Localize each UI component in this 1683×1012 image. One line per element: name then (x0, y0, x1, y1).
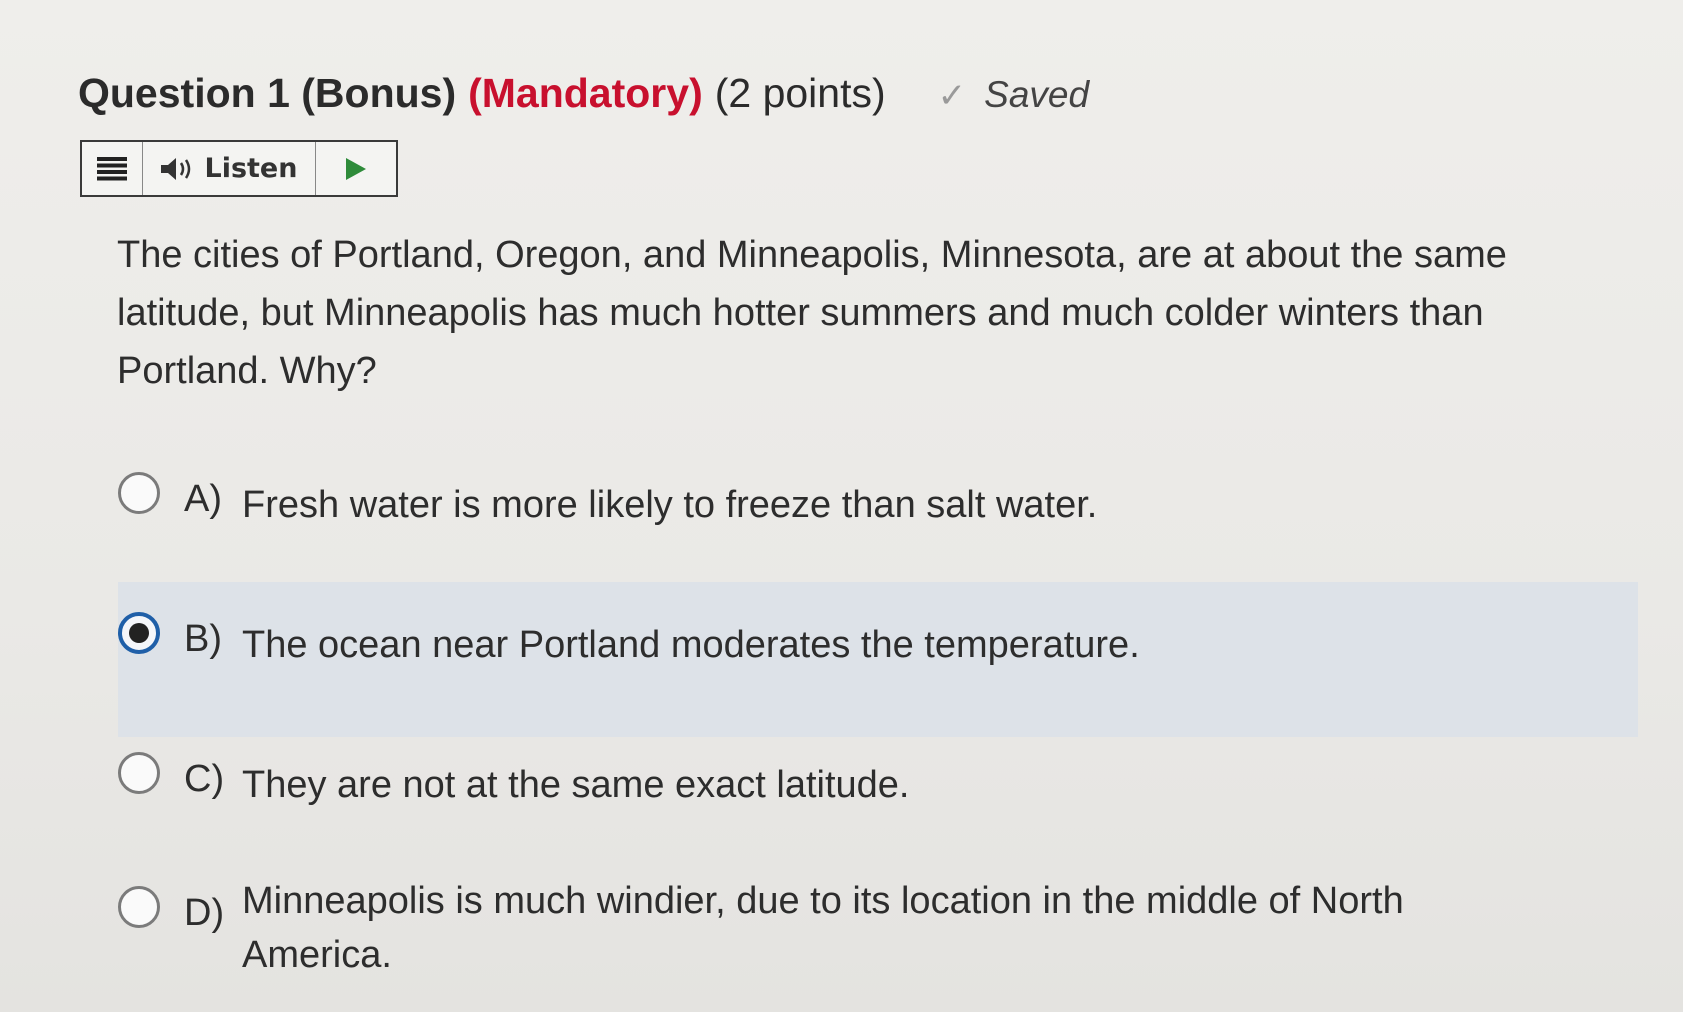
radio-b[interactable] (118, 612, 160, 654)
menu-button[interactable] (82, 142, 143, 195)
option-d[interactable]: D) Minneapolis is much windier, due to i… (118, 880, 1518, 982)
option-letter: B) (184, 618, 222, 660)
question-title: Question 1 (Bonus) (78, 70, 457, 116)
radio-dot (129, 623, 149, 643)
question-header: Question 1 (Bonus) (Mandatory) (2 points… (78, 70, 1089, 117)
saved-status: ✓ Saved (938, 74, 1089, 116)
option-letter: C) (184, 758, 225, 800)
listen-toolbar: Listen (80, 140, 398, 197)
radio-d[interactable] (118, 886, 160, 928)
menu-icon (97, 156, 127, 180)
question-prompt: The cities of Portland, Oregon, and Minn… (117, 234, 1507, 392)
option-text: They are not at the same exact latitude. (242, 764, 910, 806)
radio-c[interactable] (118, 752, 160, 794)
option-a[interactable]: A) Fresh water is more likely to freeze … (118, 472, 1098, 532)
option-b[interactable]: B) The ocean near Portland moderates the… (118, 612, 1140, 672)
play-button[interactable] (316, 142, 396, 195)
speaker-icon (160, 156, 195, 182)
option-text: Minneapolis is much windier, due to its … (242, 880, 1404, 976)
radio-a[interactable] (118, 472, 160, 514)
quiz-page: Question 1 (Bonus) (Mandatory) (2 points… (0, 0, 1683, 1012)
listen-label: Listen (204, 153, 298, 184)
points-label: (2 points) (714, 70, 886, 116)
option-letter: A) (184, 478, 222, 520)
saved-text: Saved (984, 74, 1090, 115)
check-icon: ✓ (937, 76, 967, 116)
option-text: The ocean near Portland moderates the te… (242, 624, 1140, 666)
option-c[interactable]: C) They are not at the same exact latitu… (118, 752, 910, 812)
mandatory-label: (Mandatory) (468, 70, 703, 116)
option-letter: D) (184, 892, 225, 934)
play-icon (346, 157, 366, 180)
listen-button[interactable]: Listen (143, 142, 316, 195)
option-text: Fresh water is more likely to freeze tha… (242, 484, 1098, 526)
